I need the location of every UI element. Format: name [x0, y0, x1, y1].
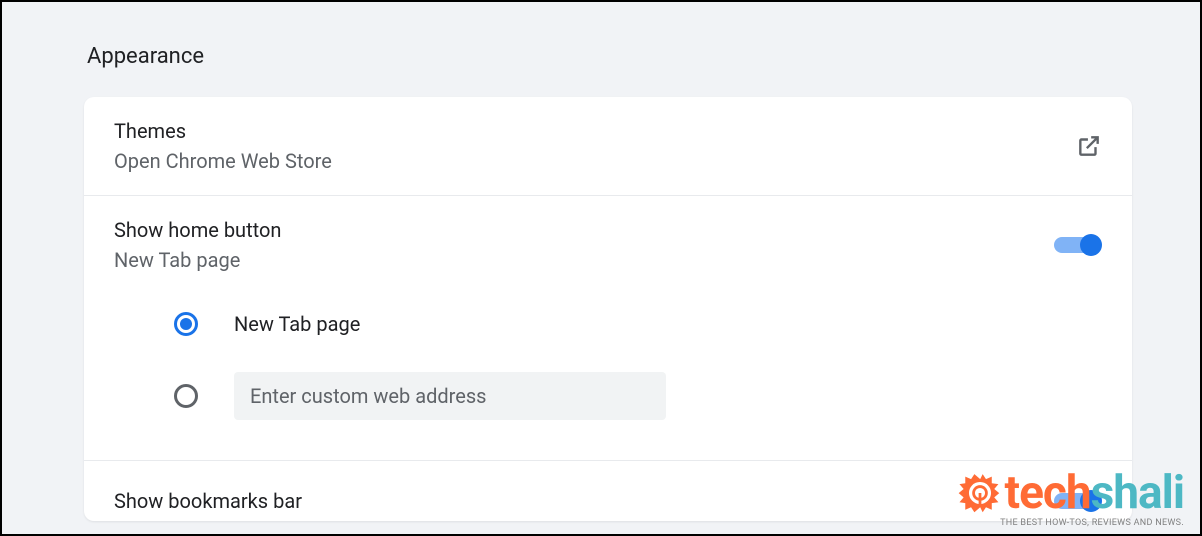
radio-custom[interactable] — [174, 384, 198, 408]
home-button-section: Show home button New Tab page New Tab pa… — [84, 196, 1132, 461]
external-link-icon[interactable] — [1076, 133, 1102, 159]
toggle-thumb — [1080, 234, 1102, 256]
watermark-brand-b: shali — [1091, 470, 1184, 516]
home-button-subtitle: New Tab page — [114, 248, 281, 272]
themes-title: Themes — [114, 119, 332, 143]
appearance-card: Themes Open Chrome Web Store Show home b… — [84, 97, 1132, 521]
radio-row-new-tab: New Tab page — [174, 312, 1102, 336]
watermark-logo: techshali — [957, 470, 1185, 516]
home-button-header: Show home button New Tab page — [114, 218, 1102, 272]
radio-row-custom — [174, 372, 1102, 420]
watermark-brand-a: tech — [1005, 470, 1091, 516]
radio-new-tab-label: New Tab page — [234, 312, 360, 336]
themes-subtitle: Open Chrome Web Store — [114, 149, 332, 173]
home-button-title: Show home button — [114, 218, 281, 242]
bookmarks-title: Show bookmarks bar — [114, 489, 302, 513]
gear-icon — [957, 470, 1003, 516]
home-button-toggle[interactable] — [1054, 234, 1102, 256]
watermark: techshali THE BEST HOW-TOS, REVIEWS AND … — [957, 470, 1185, 528]
radio-new-tab[interactable] — [174, 312, 198, 336]
watermark-tagline: THE BEST HOW-TOS, REVIEWS AND NEWS. — [1000, 518, 1184, 528]
section-title: Appearance — [2, 2, 1200, 97]
home-button-radio-group: New Tab page — [114, 312, 1102, 420]
themes-text: Themes Open Chrome Web Store — [114, 119, 332, 173]
themes-row[interactable]: Themes Open Chrome Web Store — [84, 97, 1132, 196]
home-button-text: Show home button New Tab page — [114, 218, 281, 272]
custom-address-input[interactable] — [234, 372, 666, 420]
